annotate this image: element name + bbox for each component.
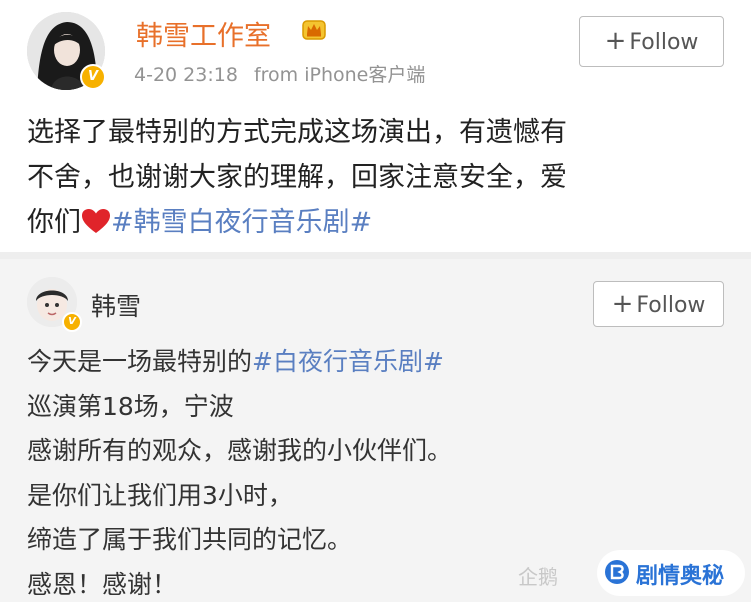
repost-text-line: 感谢所有的观众，感谢我的小伙伴们。 xyxy=(27,429,727,474)
repost-text-line: 今天是一场最特别的#白夜行音乐剧# xyxy=(27,340,727,385)
watermark-brand: 剧情奥秘 xyxy=(636,558,724,590)
follow-button-studio[interactable]: +Follow xyxy=(579,16,724,67)
repost-text-line: 是你们让我们用3小时， xyxy=(27,474,727,519)
post-text-prefix: 你们 xyxy=(27,207,81,238)
repost-author-name[interactable]: 韩雪 xyxy=(91,287,141,323)
verified-v-icon: V xyxy=(80,64,106,90)
follow-button-author[interactable]: +Follow xyxy=(593,281,724,327)
heart-icon xyxy=(81,208,111,234)
post-time: 4-20 23:18 xyxy=(134,64,238,86)
section-divider xyxy=(0,252,751,259)
post-text: 选择了最特别的方式完成这场演出，有遗憾有 不舍，也谢谢大家的理解，回家注意安全，… xyxy=(27,110,727,245)
repost-text-line: 巡演第18场，宁波 xyxy=(27,385,727,430)
post-text-line: 你们 #韩雪白夜行音乐剧# xyxy=(27,200,727,245)
plus-icon: + xyxy=(605,26,627,56)
follow-label: Follow xyxy=(636,293,705,318)
post-hashtag[interactable]: #韩雪白夜行音乐剧# xyxy=(111,207,372,238)
post-meta: 4-20 23:18 from iPhone客户端 xyxy=(134,60,425,87)
repost-text-prefix: 今天是一场最特别的 xyxy=(27,347,252,376)
watermark-left-text: 企鹅 xyxy=(518,561,558,590)
post-source[interactable]: from iPhone客户端 xyxy=(254,64,425,86)
crown-icon xyxy=(301,17,327,43)
brand-logo-icon xyxy=(604,559,630,585)
plus-icon: + xyxy=(612,289,634,319)
post-author-name[interactable]: 韩雪工作室 xyxy=(136,14,271,53)
repost-hashtag[interactable]: #白夜行音乐剧# xyxy=(252,347,444,376)
post-text-line: 不舍，也谢谢大家的理解，回家注意安全，爱 xyxy=(27,155,727,200)
follow-label: Follow xyxy=(629,30,698,55)
verified-v-icon: V xyxy=(62,312,82,332)
post-text-line: 选择了最特别的方式完成这场演出，有遗憾有 xyxy=(27,110,727,155)
